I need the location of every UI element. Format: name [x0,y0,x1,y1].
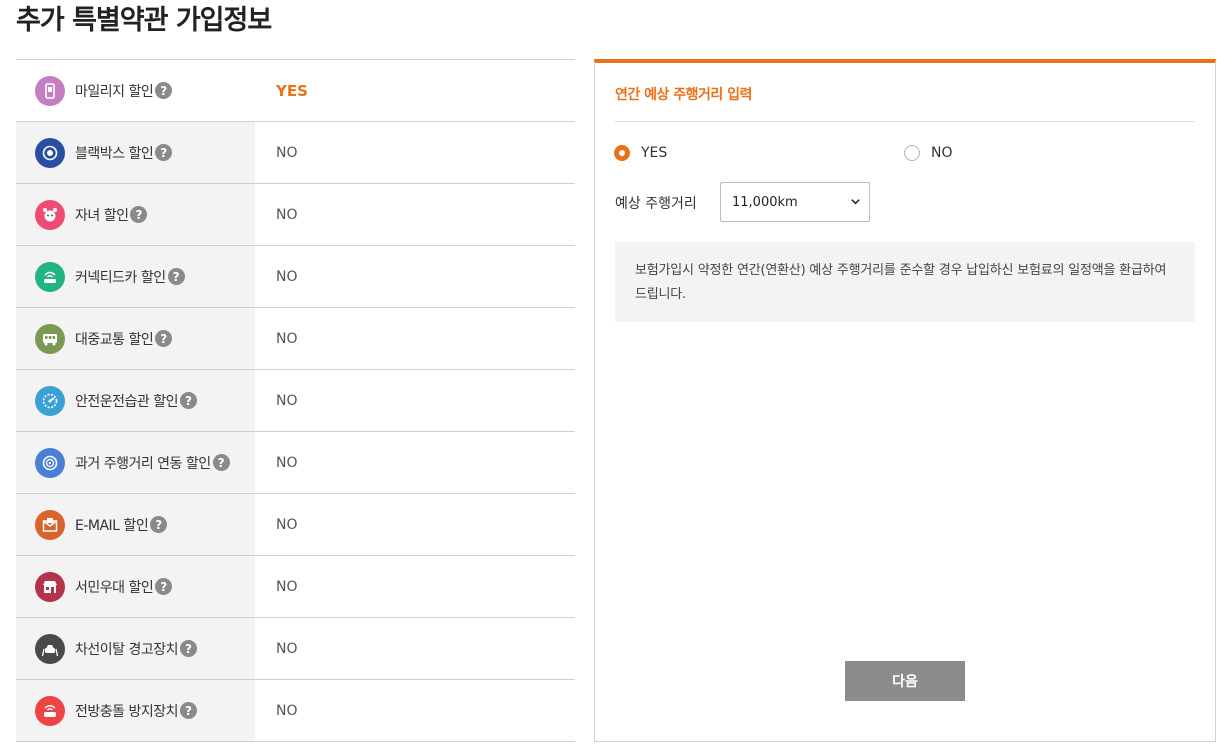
page-title: 추가 특별약관 가입정보 [16,5,272,36]
help-question-icon[interactable]: ? [212,454,230,471]
discount-row: 전방충돌 방지장치? NO [16,680,575,742]
discount-row: 마일리지 할인? YES [16,60,575,122]
help-question-icon[interactable]: ? [167,268,185,285]
discount-row: 대중교통 할인? NO [16,308,575,370]
discount-label-cell: 차선이탈 경고장치? [16,618,255,679]
discount-label-cell: 자녀 할인? [16,184,255,245]
discount-label: 대중교통 할인 [75,331,154,348]
discount-value: NO [276,640,298,657]
help-question-icon[interactable]: ? [155,578,173,595]
discount-label: 마일리지 할인 [75,83,154,100]
discount-label: 차선이탈 경고장치 [75,641,179,658]
next-button[interactable]: 다음 [845,661,965,701]
radio-no-option[interactable]: NO [904,145,953,161]
blackbox-camera-icon [35,137,65,168]
discount-label-cell: 대중교통 할인? [16,308,255,369]
help-question-icon[interactable]: ? [180,640,197,657]
discount-label: 블랙박스 할인 [75,145,154,162]
radio-yes-label: YES [641,145,668,161]
help-question-icon[interactable]: ? [180,702,197,719]
discount-row: 블랙박스 할인? NO [16,122,575,184]
speedometer-icon [35,385,65,416]
discount-label-cell: E-MAIL 할인? [16,494,255,555]
connected-car-icon [35,261,65,292]
discount-label: 과거 주행거리 연동 할인 [75,455,211,472]
discount-value: NO [276,206,298,223]
radio-yes-option[interactable]: YES [614,145,667,161]
discount-label-cell: 마일리지 할인? [16,60,255,121]
help-question-icon[interactable]: ? [155,144,173,161]
discount-label-cell: 안전운전습관 할인? [16,370,255,431]
discount-row: E-MAIL 할인? NO [16,494,575,556]
discount-label: 커넥티드카 할인 [75,269,166,286]
radio-yes-button[interactable] [614,145,630,161]
discount-label: 안전운전습관 할인 [75,393,179,410]
discount-row: 차선이탈 경고장치? NO [16,618,575,680]
bus-icon [35,323,65,354]
discount-value: YES [276,81,308,100]
discount-value: NO [276,578,298,595]
distance-select-value: 11,000km [732,194,798,210]
panel-divider [615,121,1195,122]
info-text: 보험가입시 약정한 연간(연환산) 예상 주행거리를 준수할 경우 납입하신 보… [635,263,1167,302]
help-question-icon[interactable]: ? [130,206,148,223]
discount-value: NO [276,268,298,285]
discount-label: E-MAIL 할인 [75,517,149,534]
discount-row: 과거 주행거리 연동 할인? NO [16,432,575,494]
mileage-phone-icon [35,75,65,106]
discount-row: 자녀 할인? NO [16,184,575,246]
discount-label-cell: 블랙박스 할인? [16,122,255,183]
help-question-icon[interactable]: ? [155,330,173,347]
child-face-icon [35,199,65,230]
discount-label: 서민우대 할인 [75,579,154,596]
discount-label: 자녀 할인 [75,207,129,224]
discount-label-cell: 서민우대 할인? [16,556,255,617]
discount-value: NO [276,330,298,347]
email-icon [35,509,65,540]
help-question-icon[interactable]: ? [150,516,168,533]
distance-select[interactable]: 11,000km [720,182,870,222]
radio-no-button[interactable] [904,145,920,161]
discount-value: NO [276,702,298,719]
odometer-icon [35,447,65,478]
discount-label: 전방충돌 방지장치 [75,703,179,720]
discount-value: NO [276,454,298,471]
mileage-input-panel: 연간 예상 주행거리 입력 YES NO 예상 주행거리 11,000km 보험… [594,59,1216,742]
info-box: 보험가입시 약정한 연간(연환산) 예상 주행거리를 준수할 경우 납입하신 보… [615,242,1195,322]
discount-row: 서민우대 할인? NO [16,556,575,618]
radio-no-label: NO [931,145,953,161]
collision-warning-icon [35,695,65,726]
discount-label-cell: 커넥티드카 할인? [16,246,255,307]
distance-label: 예상 주행거리 [615,196,697,212]
discount-value: NO [276,516,298,533]
discount-label-cell: 과거 주행거리 연동 할인? [16,432,255,493]
help-question-icon[interactable]: ? [155,82,173,99]
lane-departure-icon [35,633,65,664]
panel-title: 연간 예상 주행거리 입력 [615,87,752,103]
discount-value: NO [276,144,298,161]
discount-row: 커넥티드카 할인? NO [16,246,575,308]
discount-table: 마일리지 할인? YES 블랙박스 할인? NO 자녀 할인? NO 커넥티드카 할인? NO… [16,59,575,742]
discount-label-cell: 전방충돌 방지장치? [16,680,255,741]
help-question-icon[interactable]: ? [180,392,197,409]
discount-value: NO [276,392,298,409]
discount-row: 안전운전습관 할인? NO [16,370,575,432]
store-icon [35,571,65,602]
chevron-down-icon [851,199,860,205]
